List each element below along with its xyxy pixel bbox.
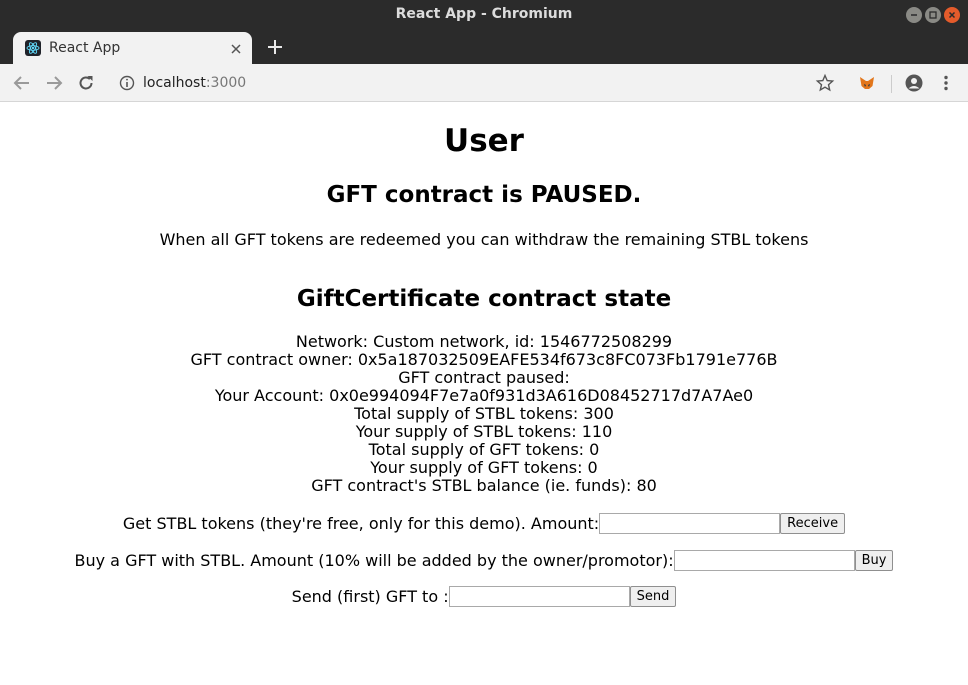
toolbar-separator (891, 75, 892, 93)
star-icon[interactable] (815, 73, 835, 93)
info-icon[interactable] (117, 73, 137, 93)
tab-strip: React App (0, 30, 968, 64)
maximize-button[interactable] (925, 7, 941, 23)
state-stbl-balance: GFT contract's STBL balance (ie. funds):… (311, 476, 657, 495)
state-account: Your Account: 0x0e994094F7e7a0f931d3A616… (214, 386, 754, 405)
window-title: React App - Chromium (395, 6, 573, 22)
state-total-gft: Total supply of GFT tokens: 0 (368, 440, 600, 459)
reload-icon[interactable] (76, 73, 96, 93)
buy-form: Buy a GFT with STBL. Amount (10% will be… (0, 548, 968, 572)
tab-close-icon[interactable] (229, 41, 243, 55)
state-paused: GFT contract paused: (398, 368, 570, 387)
browser-toolbar: localhost:3000 (0, 64, 968, 102)
profile-icon[interactable] (904, 73, 924, 93)
withdraw-note: When all GFT tokens are redeemed you can… (159, 230, 809, 249)
react-favicon-icon (25, 40, 41, 56)
tab-react-app[interactable]: React App (13, 32, 252, 64)
address-bar[interactable]: localhost:3000 (143, 73, 246, 93)
receive-button[interactable]: Receive (780, 512, 846, 534)
state-your-stbl: Your supply of STBL tokens: 110 (355, 422, 613, 441)
buy-label: Buy a GFT with STBL. Amount (10% will be… (74, 550, 674, 570)
close-window-button[interactable] (944, 7, 960, 23)
send-recipient-input[interactable] (448, 585, 630, 607)
state-total-stbl: Total supply of STBL tokens: 300 (354, 404, 614, 423)
minimize-button[interactable] (906, 7, 922, 23)
send-form: Send (first) GFT to : Send (0, 584, 968, 608)
new-tab-icon[interactable] (266, 38, 284, 56)
forward-icon[interactable] (44, 73, 64, 93)
state-heading: GiftCertificate contract state (296, 286, 672, 312)
buy-amount-input[interactable] (673, 549, 855, 571)
receive-form: Get STBL tokens (they're free, only for … (0, 511, 968, 535)
send-button[interactable]: Send (629, 585, 677, 607)
page-title: User (444, 123, 524, 159)
url-host: localhost (143, 75, 206, 91)
buy-button[interactable]: Buy (854, 549, 894, 571)
window-titlebar: React App - Chromium (0, 0, 968, 30)
state-network: Network: Custom network, id: 15467725082… (295, 332, 673, 351)
send-label: Send (first) GFT to : (291, 586, 449, 606)
tab-label: React App (49, 40, 121, 56)
menu-icon[interactable] (936, 73, 956, 93)
state-your-gft: Your supply of GFT tokens: 0 (370, 458, 598, 477)
url-port: :3000 (205, 75, 247, 91)
contract-state: Network: Custom network, id: 15467725082… (0, 333, 968, 495)
metamask-icon[interactable] (857, 73, 877, 93)
paused-notice: GFT contract is PAUSED. (326, 182, 642, 208)
back-icon[interactable] (12, 73, 32, 93)
state-owner: GFT contract owner: 0x5a187032509EAFE534… (190, 350, 778, 369)
receive-label: Get STBL tokens (they're free, only for … (122, 513, 600, 533)
receive-amount-input[interactable] (599, 512, 781, 534)
page-content: User GFT contract is PAUSED. When all GF… (0, 102, 968, 685)
